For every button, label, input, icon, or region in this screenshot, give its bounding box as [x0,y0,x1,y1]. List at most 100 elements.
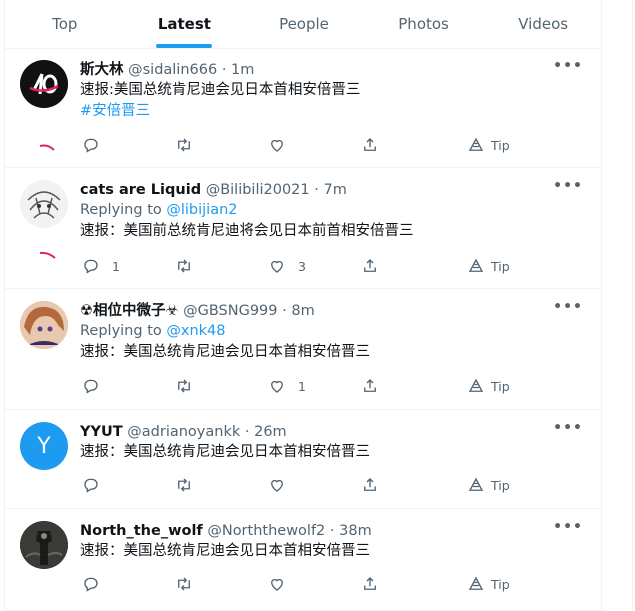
tab-top[interactable]: Top [5,0,125,48]
avatar[interactable]: Y [20,422,68,470]
tweet[interactable]: North_the_wolf @Norththewolf2 · 38m ••• … [5,509,603,611]
tip-label: Tip [491,378,510,394]
like-button[interactable] [268,476,286,494]
tip-button[interactable]: Tip [467,136,510,154]
share-button[interactable] [361,257,379,275]
separator-dot: · [221,62,227,78]
user-handle[interactable]: @GBSNG999 [183,303,277,319]
tip-button[interactable]: Tip [467,476,510,494]
tweet[interactable]: ☢相位中微子☣ @GBSNG999 · 8m ••• Replying to @… [5,289,603,410]
tweet[interactable]: Y YYUT @adrianoyankk · 26m ••• 速报：美国总统肯尼… [5,410,603,509]
retweet-button[interactable] [175,136,193,154]
timestamp[interactable]: 38m [339,523,372,539]
reply-button[interactable] [82,136,100,154]
reply-icon [84,379,98,394]
like-button[interactable] [268,575,286,593]
share-button[interactable] [361,136,379,154]
tab-photos[interactable]: Photos [364,0,484,48]
tweet-text: 速报:美国总统肯尼迪会见日本首相安倍晋三 [80,82,361,98]
retweet-button[interactable] [175,476,193,494]
user-logo-icon [20,60,68,108]
tweet-actions: 1 Tip [80,377,587,397]
tab-videos[interactable]: Videos [483,0,603,48]
avatar[interactable] [20,180,68,228]
user-handle[interactable]: @Bilibili20021 [206,182,310,198]
tab-label: Photos [398,15,449,33]
tip-button[interactable]: Tip [467,257,510,275]
tweet-text: 速报：美国总统肯尼迪会见日本首相安倍晋三 [80,444,370,460]
avatar[interactable] [20,60,68,108]
reply-button[interactable]: 1 [82,257,120,275]
like-button[interactable]: 3 [268,257,306,275]
tab-label: Videos [518,15,569,33]
retweet-button[interactable] [175,575,193,593]
retweet-icon [178,478,190,492]
more-options-icon[interactable]: ••• [553,420,583,436]
more-options-icon[interactable]: ••• [553,178,583,194]
like-button[interactable] [268,136,286,154]
timestamp[interactable]: 1m [231,62,254,78]
replying-prefix: Replying to [80,323,162,339]
timestamp[interactable]: 8m [291,303,314,319]
separator-dot: · [244,424,250,440]
display-name[interactable]: cats are Liquid [80,182,201,198]
heart-icon [271,479,283,492]
reply-button[interactable] [82,575,100,593]
share-button[interactable] [361,377,379,395]
retweet-icon [178,138,190,152]
anime-avatar-icon [20,301,68,349]
tip-button[interactable]: Tip [467,377,510,395]
replying-to-link[interactable]: @xnk48 [166,323,225,339]
share-button[interactable] [361,575,379,593]
heart-icon [271,260,283,273]
separator-dot: · [329,523,335,539]
user-handle[interactable]: @Norththewolf2 [207,523,325,539]
red-mark-icon [39,251,56,259]
like-button[interactable]: 1 [268,377,306,395]
tweet-header: YYUT @adrianoyankk · 26m [80,422,587,442]
red-mark-icon [39,144,55,151]
tweet[interactable]: cats are Liquid @Bilibili20021 · 7m ••• … [5,168,603,289]
user-handle[interactable]: @sidalin666 [128,62,217,78]
retweet-button[interactable] [175,377,193,395]
tweet-header: cats are Liquid @Bilibili20021 · 7m [80,180,587,200]
more-options-icon[interactable]: ••• [553,58,583,74]
reply-icon [84,478,98,493]
tweet-actions: Tip [80,575,587,595]
retweet-button[interactable] [175,257,193,275]
tab-people[interactable]: People [244,0,364,48]
reply-button[interactable] [82,377,100,395]
timestamp[interactable]: 26m [254,424,287,440]
user-handle[interactable]: @adrianoyankk [127,424,240,440]
more-options-icon[interactable]: ••• [553,519,583,535]
like-count: 1 [298,378,306,394]
replying-to-link[interactable]: @libijian2 [166,202,237,218]
hashtag-link[interactable]: #安倍晋三 [80,101,587,122]
display-name[interactable]: North_the_wolf [80,523,203,539]
share-icon [364,478,376,491]
replying-prefix: Replying to [80,202,162,218]
share-button[interactable] [361,476,379,494]
display-name[interactable]: ☢相位中微子☣ [80,303,179,319]
tip-label: Tip [491,137,510,153]
tweet-actions: Tip [80,476,587,496]
timestamp[interactable]: 7m [323,182,346,198]
share-icon [364,577,376,590]
tip-label: Tip [491,576,510,592]
tweet-text: 速报：美国前总统肯尼迪将会见日本前首相安倍晋三 [80,223,414,239]
tab-latest[interactable]: Latest [125,0,245,48]
reply-button[interactable] [82,476,100,494]
tip-button[interactable]: Tip [467,575,510,593]
avatar[interactable] [20,521,68,569]
retweet-icon [178,379,190,393]
display-name[interactable]: 斯大林 [80,62,124,78]
share-icon [364,379,376,392]
reply-icon [84,577,98,592]
tweet-actions: Tip [80,136,587,156]
avatar[interactable] [20,301,68,349]
tweet[interactable]: 斯大林 @sidalin666 · 1m ••• 速报:美国总统肯尼迪会见日本首… [5,48,603,168]
tweet-text: 速报：美国总统肯尼迪会见日本首相安倍晋三 [80,543,370,559]
more-options-icon[interactable]: ••• [553,299,583,315]
display-name[interactable]: YYUT [80,424,123,440]
sidebar-divider [632,0,633,611]
